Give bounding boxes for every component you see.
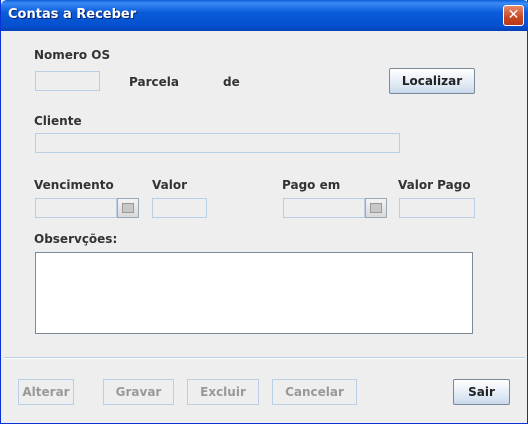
valor-label: Valor [152,178,188,192]
calendar-icon [122,203,134,213]
close-icon: ✕ [507,7,520,23]
calendar-icon [370,203,382,213]
footer-separator [4,357,525,359]
title-bar: Contas a Receber ✕ [1,0,528,31]
valor-pago-label: Valor Pago [398,178,471,192]
parcela-label: Parcela [129,75,179,89]
pago-em-field[interactable] [283,198,365,218]
pago-em-label: Pago em [282,178,341,192]
sair-button[interactable]: Sair [453,379,510,405]
form-panel: Nomero OS Parcela de Localizar Cliente V… [4,31,525,421]
numero-os-label: Nomero OS [34,48,111,62]
cliente-label: Cliente [34,114,82,128]
window-title: Contas a Receber [8,7,137,22]
valor-pago-field[interactable] [399,198,475,218]
pago-em-calendar-button[interactable] [365,198,387,218]
observacoes-label: Observções: [34,232,118,246]
numero-os-field[interactable] [35,71,100,92]
numero-os-input[interactable] [36,74,99,92]
vencimento-label: Vencimento [34,178,114,192]
gravar-button[interactable]: Gravar [103,379,174,405]
cliente-input[interactable] [36,136,399,154]
observacoes-textarea[interactable] [35,252,473,334]
contas-a-receber-window: Contas a Receber ✕ Nomero OS Parcela de … [0,0,528,424]
localizar-button[interactable]: Localizar [389,68,475,94]
close-button[interactable]: ✕ [503,5,524,26]
alterar-button[interactable]: Alterar [18,379,74,405]
de-label: de [223,75,240,89]
valor-field[interactable] [152,198,207,218]
cancelar-button[interactable]: Cancelar [272,379,357,405]
vencimento-field[interactable] [35,198,117,218]
excluir-button[interactable]: Excluir [187,379,259,405]
vencimento-calendar-button[interactable] [117,198,139,218]
cliente-field[interactable] [35,133,400,154]
